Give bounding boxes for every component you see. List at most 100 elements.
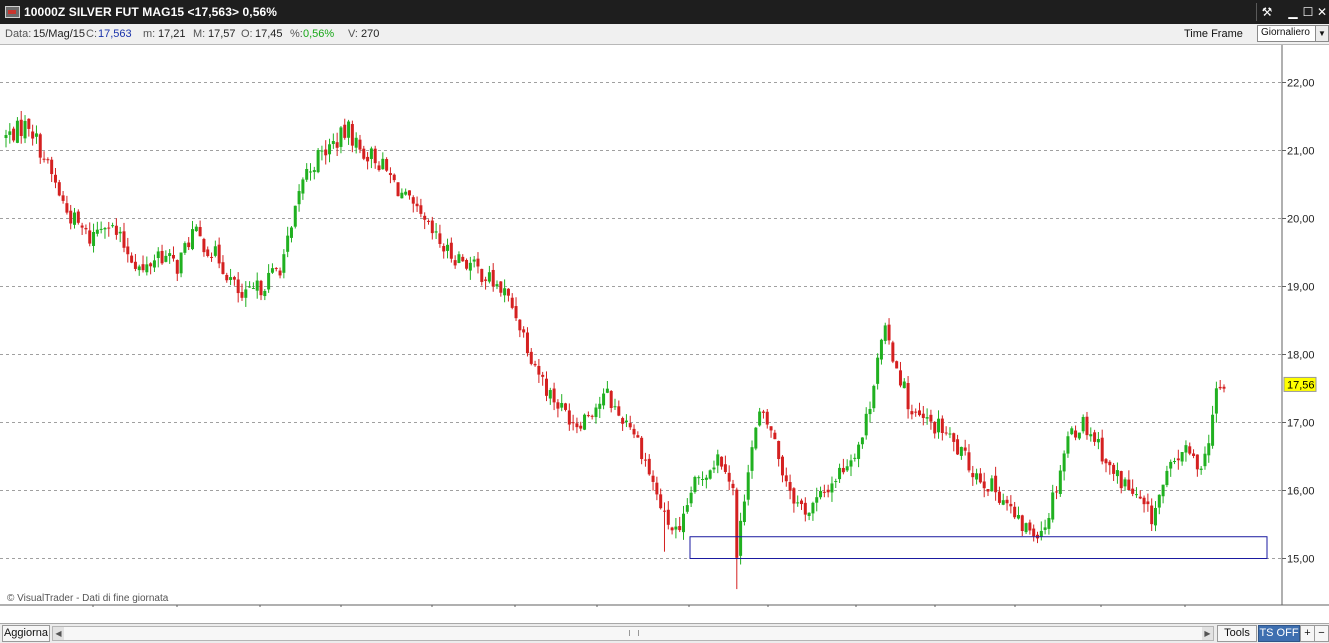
candle-body bbox=[1127, 479, 1131, 491]
candle-body bbox=[1131, 488, 1135, 494]
candle-body bbox=[533, 363, 537, 366]
candle-body bbox=[826, 489, 830, 493]
candle-body bbox=[769, 426, 773, 431]
candle-body bbox=[404, 191, 408, 195]
chevron-down-icon[interactable]: ▼ bbox=[1315, 26, 1328, 41]
candle-body bbox=[171, 254, 175, 259]
candle-body bbox=[822, 491, 826, 493]
price-chart[interactable]: 22,00 21,00 20,00 19,00 18,00 17,00 16,00 15,00… bbox=[0, 45, 1329, 607]
candle-body bbox=[541, 374, 545, 377]
scroll-grip[interactable] bbox=[629, 630, 639, 636]
candle-body bbox=[746, 472, 750, 500]
candle-body bbox=[46, 159, 50, 161]
candle-body bbox=[248, 286, 252, 288]
candle-body bbox=[61, 195, 65, 201]
candle-body bbox=[1039, 530, 1043, 537]
candle-body bbox=[419, 205, 423, 214]
candle-body bbox=[621, 418, 625, 424]
candle-body bbox=[465, 259, 469, 269]
candle-body bbox=[678, 526, 682, 531]
tools-icon[interactable]: ⚒ bbox=[1260, 4, 1274, 20]
scroll-right-icon[interactable]: ▶ bbox=[1202, 627, 1213, 640]
candle-body bbox=[830, 483, 834, 493]
low-value: 17,21 bbox=[158, 28, 186, 40]
candle-body bbox=[708, 470, 712, 479]
close-label: C: bbox=[86, 28, 97, 40]
candle-body bbox=[133, 261, 137, 269]
timeframe-select[interactable]: Giornaliero ▼ bbox=[1257, 25, 1329, 42]
zoom-in-button[interactable]: + bbox=[1300, 625, 1315, 642]
candle-body bbox=[267, 272, 271, 290]
candle-body bbox=[1115, 470, 1119, 477]
candle-body bbox=[320, 150, 324, 152]
candle-body bbox=[986, 489, 990, 492]
tools-button[interactable]: Tools bbox=[1217, 625, 1257, 642]
volume-label: V: bbox=[348, 28, 358, 40]
candle-body bbox=[449, 242, 453, 259]
candle-body bbox=[876, 357, 880, 384]
y-tick-label: 19,00 bbox=[1287, 282, 1315, 294]
candle-body bbox=[1055, 491, 1059, 493]
candle-body bbox=[251, 288, 255, 290]
candle-body bbox=[777, 441, 781, 460]
update-button[interactable]: Aggiorna bbox=[2, 625, 50, 642]
candle-body bbox=[701, 478, 705, 480]
candle-body bbox=[544, 378, 548, 396]
candle-body bbox=[229, 277, 233, 280]
y-tick-label: 20,00 bbox=[1287, 214, 1315, 226]
minimize-icon[interactable]: ▁ bbox=[1286, 4, 1300, 20]
candle-body bbox=[1134, 494, 1138, 496]
candle-body bbox=[503, 288, 507, 296]
ts-off-button[interactable]: TS OFF bbox=[1258, 625, 1300, 642]
candle-body bbox=[925, 417, 929, 419]
candle-body bbox=[1112, 464, 1116, 474]
candle-body bbox=[1081, 416, 1085, 432]
candle-body bbox=[358, 139, 362, 150]
open-value: 17,45 bbox=[255, 28, 283, 40]
candle-body bbox=[944, 432, 948, 434]
candle-body bbox=[624, 420, 628, 423]
candle-body bbox=[1070, 428, 1074, 435]
candle-body bbox=[289, 227, 293, 238]
candle-body bbox=[712, 467, 716, 470]
candle-body bbox=[434, 231, 438, 233]
candle-body bbox=[594, 407, 598, 418]
candle-body bbox=[1184, 445, 1188, 453]
candle-body bbox=[761, 411, 765, 413]
candle-body bbox=[217, 244, 221, 264]
candle-body bbox=[967, 452, 971, 471]
scroll-left-icon[interactable]: ◀ bbox=[53, 627, 64, 640]
candle-body bbox=[590, 415, 594, 417]
candle-body bbox=[742, 501, 746, 523]
title-bar: 10000Z SILVER FUT MAG15 <17,563> 0,56% ⚒… bbox=[0, 0, 1329, 24]
candle-body bbox=[796, 502, 800, 504]
zoom-out-button[interactable]: − bbox=[1314, 625, 1329, 642]
y-tick-label: 18,00 bbox=[1287, 350, 1315, 362]
chart-svg[interactable]: 22,00 21,00 20,00 19,00 18,00 17,00 16,00 15,00… bbox=[0, 45, 1329, 607]
candle-body bbox=[529, 351, 533, 364]
candle-body bbox=[1089, 434, 1093, 437]
candle-body bbox=[1119, 471, 1123, 489]
candle-body bbox=[1138, 496, 1142, 499]
candle-body bbox=[1195, 454, 1199, 470]
candle-body bbox=[518, 319, 522, 331]
candle-body bbox=[282, 254, 286, 273]
candle-body bbox=[114, 225, 118, 235]
candle-body bbox=[130, 255, 134, 263]
candle-body bbox=[898, 370, 902, 386]
close-icon[interactable]: ✕ bbox=[1315, 4, 1329, 20]
horizontal-scrollbar[interactable]: ◀ ▶ bbox=[52, 626, 1214, 641]
candle-body bbox=[487, 272, 491, 282]
candle-body bbox=[187, 242, 191, 248]
candle-body bbox=[423, 215, 427, 220]
candle-body bbox=[514, 306, 518, 319]
candle-body bbox=[579, 425, 583, 429]
candle-body bbox=[191, 229, 195, 250]
candle-body bbox=[137, 266, 141, 271]
maximize-icon[interactable]: ☐ bbox=[1301, 4, 1315, 20]
candle-body bbox=[309, 171, 312, 173]
candle-body bbox=[605, 388, 609, 393]
candle-body bbox=[95, 229, 99, 234]
candle-body bbox=[145, 264, 149, 273]
candle-body bbox=[373, 148, 377, 164]
